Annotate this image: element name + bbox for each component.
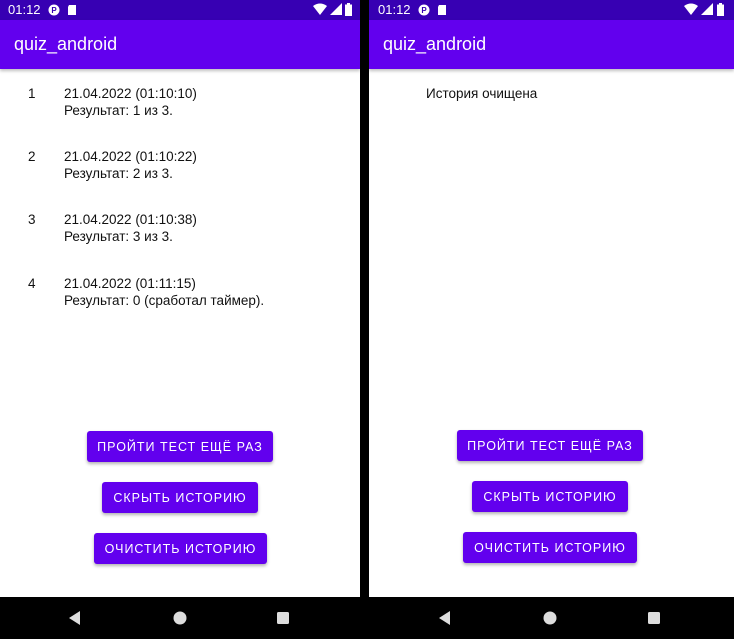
entry-number: 1: [28, 86, 36, 101]
entry-number: 4: [28, 276, 36, 291]
entry-date: 21.04.2022 (01:10:38): [64, 212, 197, 227]
entry-date: 21.04.2022 (01:10:10): [64, 86, 197, 101]
app-title: quiz_android: [383, 34, 487, 54]
hide-history-button[interactable]: СКРЫТЬ ИСТОРИЮ: [102, 482, 258, 513]
recents-icon[interactable]: [274, 609, 292, 627]
home-icon[interactable]: [171, 609, 189, 627]
navigation-bar: [369, 597, 734, 639]
notification-p-icon: P: [418, 4, 430, 16]
entry-number: 2: [28, 149, 36, 164]
back-icon[interactable]: [66, 609, 84, 627]
battery-icon: [717, 3, 724, 16]
phone-screen-cleared: 01:12 P quiz_android История очищена ПРО…: [369, 0, 734, 639]
entry-result: Результат: 3 из 3.: [64, 229, 173, 244]
status-time: 01:12: [8, 2, 41, 17]
entry-result: Результат: 2 из 3.: [64, 166, 173, 181]
phone-screen-history: 01:12 P quiz_android 1 21.04.2022 (01:10…: [0, 0, 360, 639]
app-title: quiz_android: [14, 34, 118, 54]
sd-card-icon: [68, 5, 76, 15]
app-bar: quiz_android: [0, 20, 360, 69]
navigation-bar: [0, 597, 360, 639]
history-area: История очищена ПРОЙТИ ТЕСТ ЕЩЁ РАЗ СКРЫ…: [369, 69, 734, 597]
status-bar: 01:12 P: [0, 0, 360, 20]
battery-icon: [345, 3, 352, 16]
hide-history-button[interactable]: СКРЫТЬ ИСТОРИЮ: [472, 481, 628, 512]
signal-icon: [330, 3, 342, 15]
entry-result: Результат: 1 из 3.: [64, 103, 173, 118]
sd-card-icon: [438, 5, 446, 15]
app-bar: quiz_android: [369, 20, 734, 69]
wifi-icon: [684, 3, 698, 15]
notification-p-icon: P: [48, 4, 60, 16]
history-list: 1 21.04.2022 (01:10:10) Результат: 1 из …: [0, 69, 360, 597]
clear-history-button[interactable]: ОЧИСТИТЬ ИСТОРИЮ: [463, 532, 637, 563]
clear-history-button[interactable]: ОЧИСТИТЬ ИСТОРИЮ: [94, 533, 267, 564]
status-bar: 01:12 P: [369, 0, 734, 20]
back-icon[interactable]: [436, 609, 454, 627]
wifi-icon: [313, 3, 327, 15]
recents-icon[interactable]: [645, 609, 663, 627]
svg-text:P: P: [421, 6, 427, 15]
home-icon[interactable]: [541, 609, 559, 627]
retry-quiz-button[interactable]: ПРОЙТИ ТЕСТ ЕЩЁ РАЗ: [87, 431, 273, 462]
entry-result: Результат: 0 (сработал таймер).: [64, 293, 265, 308]
entry-number: 3: [28, 212, 36, 227]
entry-date: 21.04.2022 (01:10:22): [64, 149, 197, 164]
retry-quiz-button[interactable]: ПРОЙТИ ТЕСТ ЕЩЁ РАЗ: [457, 430, 643, 461]
signal-icon: [701, 3, 713, 15]
history-cleared-message: История очищена: [426, 86, 538, 101]
entry-date: 21.04.2022 (01:11:15): [64, 276, 196, 291]
svg-text:P: P: [51, 6, 57, 15]
status-time: 01:12: [378, 2, 411, 17]
